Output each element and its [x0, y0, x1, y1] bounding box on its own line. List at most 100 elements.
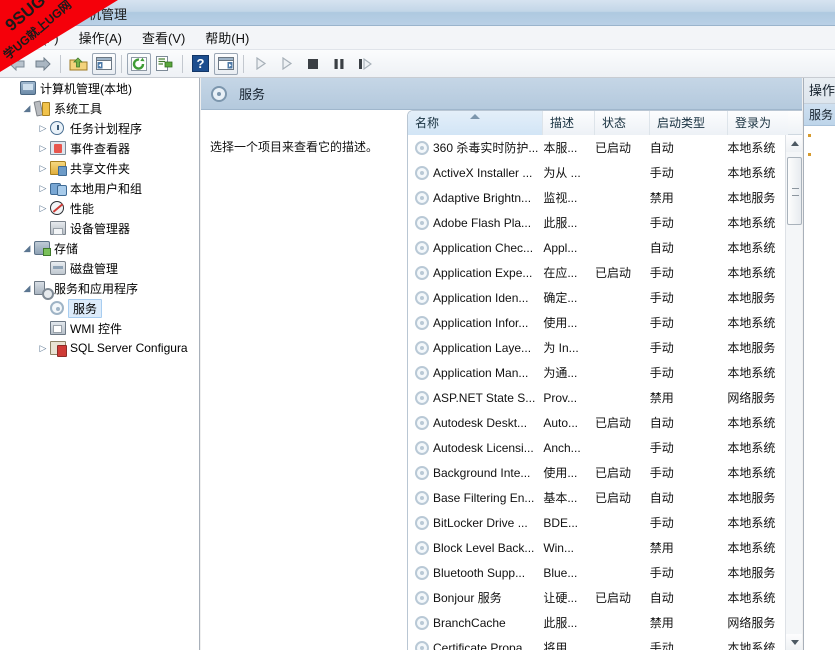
- service-row[interactable]: ActiveX Installer ... 为从 ... 手动 本地系统: [408, 160, 786, 185]
- chevron-down-icon[interactable]: ◢: [20, 243, 34, 254]
- event-viewer-icon: [50, 140, 67, 156]
- help-icon[interactable]: ?: [188, 53, 212, 75]
- resume-service-icon[interactable]: [275, 53, 299, 75]
- chevron-down-icon[interactable]: ◢: [20, 283, 34, 294]
- back-arrow-icon[interactable]: [5, 53, 29, 75]
- service-row[interactable]: Certificate Propa... 将用... 手动 本地系统: [408, 635, 786, 650]
- pause-service-icon[interactable]: [327, 53, 351, 75]
- menu-help[interactable]: 帮助(H): [195, 25, 259, 50]
- forward-arrow-icon[interactable]: [31, 53, 55, 75]
- performance-icon: [50, 200, 67, 216]
- service-startup-type-cell: 禁用: [649, 391, 674, 405]
- chevron-right-icon[interactable]: ▷: [36, 143, 50, 154]
- column-header-name[interactable]: 名称: [408, 111, 543, 135]
- tree-node-system-tools[interactable]: ◢ 系统工具: [4, 98, 199, 118]
- tree-node-sql-server-config[interactable]: ▷ SQL Server Configura: [4, 338, 199, 358]
- service-description-cell: 使用...: [543, 316, 578, 330]
- export-list-icon[interactable]: [153, 53, 177, 75]
- services-gear-icon: [211, 85, 227, 102]
- service-row[interactable]: ASP.NET State S... Prov... 禁用 网络服务: [408, 385, 786, 410]
- service-row[interactable]: Application Chec... Appl... 自动 本地系统: [408, 235, 786, 260]
- service-row[interactable]: Application Infor... 使用... 手动 本地系统: [408, 310, 786, 335]
- service-startup-type-cell: 手动: [649, 166, 674, 180]
- scroll-down-icon[interactable]: [786, 634, 802, 650]
- service-logon-as-cell: 本地系统: [727, 141, 776, 155]
- service-row[interactable]: Background Inte... 使用... 已启动 手动 本地系统: [408, 460, 786, 485]
- restart-service-icon[interactable]: [353, 53, 377, 75]
- tree-node-wmi-control[interactable]: WMI 控件: [4, 318, 199, 338]
- tree-node-disk-management[interactable]: 磁盘管理: [4, 258, 199, 278]
- column-header-logon[interactable]: 登录为: [728, 111, 788, 135]
- service-gear-icon: [415, 590, 429, 605]
- scrollbar-thumb[interactable]: [787, 157, 802, 225]
- menu-action[interactable]: 操作(A): [69, 25, 132, 50]
- service-logon-as-cell: 本地系统: [727, 316, 776, 330]
- service-row[interactable]: Application Man... 为通... 手动 本地系统: [408, 360, 786, 385]
- service-gear-icon: [415, 340, 429, 355]
- column-header-desc[interactable]: 描述: [543, 111, 595, 135]
- wmi-control-icon: [50, 320, 67, 336]
- show-action-pane-icon[interactable]: [214, 52, 238, 75]
- service-row[interactable]: Bluetooth Supp... Blue... 手动 本地服务: [408, 560, 786, 585]
- tree-node-task-scheduler[interactable]: ▷ 任务计划程序: [4, 118, 199, 138]
- service-row[interactable]: Adaptive Brightn... 监视... 禁用 本地服务: [408, 185, 786, 210]
- tree-node-device-manager[interactable]: 设备管理器: [4, 218, 199, 238]
- chevron-right-icon[interactable]: ▷: [36, 163, 50, 174]
- tree-node-event-viewer[interactable]: ▷ 事件查看器: [4, 138, 199, 158]
- chevron-right-icon[interactable]: ▷: [36, 203, 50, 214]
- chevron-right-icon[interactable]: ▷: [36, 123, 50, 134]
- tree-node-label: 本地用户和组: [70, 181, 143, 196]
- tree-node-services-applications[interactable]: ◢ 服务和应用程序: [4, 278, 199, 300]
- column-header-start[interactable]: 启动类型: [650, 111, 728, 135]
- service-row[interactable]: Bonjour 服务 让硬... 已启动 自动 本地系统: [408, 585, 786, 610]
- service-row[interactable]: BranchCache 此服... 禁用 网络服务: [408, 610, 786, 635]
- service-row[interactable]: Autodesk Licensi... Anch... 手动 本地系统: [408, 435, 786, 460]
- show-console-tree-icon[interactable]: [92, 52, 116, 75]
- tree-node-performance[interactable]: ▷ 性能: [4, 198, 199, 218]
- chevron-right-icon[interactable]: ▷: [36, 183, 50, 194]
- service-logon-as-cell: 本地系统: [727, 416, 776, 430]
- services-gear-icon: [50, 300, 67, 316]
- service-row[interactable]: Application Expe... 在应... 已启动 手动 本地系统: [408, 260, 786, 285]
- window-title: 计算机管理: [62, 7, 128, 22]
- service-name-label: 360 杀毒实时防护...: [433, 141, 539, 155]
- tree-node-label: 事件查看器: [70, 141, 131, 156]
- menu-view[interactable]: 查看(V): [132, 25, 195, 50]
- scroll-up-icon[interactable]: [786, 135, 802, 152]
- tree-node-services-gear[interactable]: 服务: [4, 298, 199, 318]
- service-row[interactable]: Block Level Back... Win... 禁用 本地系统: [408, 535, 786, 560]
- service-name-cell: Application Laye...: [408, 340, 542, 355]
- service-startup-type-cell: 手动: [649, 266, 674, 280]
- service-name-cell: Bluetooth Supp...: [408, 565, 542, 580]
- service-startup-type-cell: 手动: [649, 516, 674, 530]
- service-row[interactable]: Application Laye... 为 In... 手动 本地服务: [408, 335, 786, 360]
- tree-node-storage[interactable]: ◢ 存储: [4, 238, 199, 258]
- service-gear-icon: [415, 565, 429, 580]
- start-service-icon[interactable]: [249, 53, 273, 75]
- service-row[interactable]: Adobe Flash Pla... 此服... 手动 本地系统: [408, 210, 786, 235]
- tree-node-local-users-groups[interactable]: ▷ 本地用户和组: [4, 178, 199, 198]
- tree-node-computer[interactable]: 计算机管理(本地): [4, 78, 199, 98]
- up-folder-icon[interactable]: [66, 53, 90, 75]
- menu-file[interactable]: 文件(F): [6, 25, 69, 50]
- action-item[interactable]: [804, 145, 835, 164]
- service-row[interactable]: Base Filtering En... 基本... 已启动 自动 本地服务: [408, 485, 786, 510]
- service-logon-as-cell: 网络服务: [727, 391, 776, 405]
- tree-node-label: WMI 控件: [70, 321, 122, 336]
- services-pane: 服务 选择一个项目来查看它的描述。 名称 描述 状态 启动类型 登录为 360 杀毒实时…: [201, 78, 802, 650]
- column-header-status[interactable]: 状态: [595, 111, 650, 135]
- service-row[interactable]: 360 杀毒实时防护... 本服... 已启动 自动 本地系统: [408, 135, 786, 160]
- action-item[interactable]: [804, 126, 835, 145]
- storage-icon: [34, 240, 51, 256]
- service-row[interactable]: Autodesk Deskt... Auto... 已启动 自动 本地系统: [408, 410, 786, 435]
- refresh-icon[interactable]: [127, 52, 151, 75]
- service-row[interactable]: Application Iden... 确定... 手动 本地服务: [408, 285, 786, 310]
- stop-service-icon[interactable]: [301, 53, 325, 75]
- services-list-scrollbar[interactable]: [785, 135, 802, 650]
- service-startup-type-cell: 手动: [649, 216, 674, 230]
- chevron-down-icon[interactable]: ◢: [20, 103, 34, 114]
- service-row[interactable]: BitLocker Drive ... BDE... 手动 本地系统: [408, 510, 786, 535]
- chevron-right-icon[interactable]: ▷: [36, 343, 50, 354]
- tree-node-shared-folders[interactable]: ▷ 共享文件夹: [4, 158, 199, 178]
- service-description-cell: Appl...: [543, 240, 578, 255]
